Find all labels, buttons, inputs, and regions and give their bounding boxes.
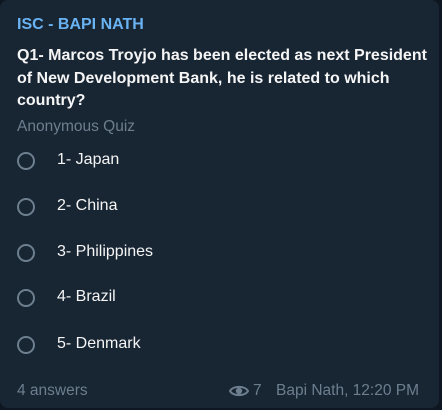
quiz-type-label: Anonymous Quiz bbox=[17, 118, 136, 135]
radio-circle-icon[interactable] bbox=[17, 336, 35, 354]
radio-circle-icon[interactable] bbox=[17, 152, 35, 170]
radio-circle-icon[interactable] bbox=[17, 289, 35, 307]
radio-circle-icon[interactable] bbox=[17, 244, 35, 262]
quiz-option-label: 3- Philippines bbox=[57, 243, 154, 260]
quiz-option-label: 1- Japan bbox=[57, 151, 120, 168]
quiz-question: Q1- Marcos Troyjo has been elected as ne… bbox=[17, 47, 427, 109]
quiz-option-label: 5- Denmark bbox=[57, 335, 141, 352]
message-signature-time: Bapi Nath, 12:20 PM bbox=[276, 382, 420, 399]
quiz-option-label: 2- China bbox=[57, 197, 118, 214]
quiz-option-4[interactable]: 4- Brazil bbox=[14, 281, 429, 319]
sender-name[interactable]: ISC - BAPI NATH bbox=[17, 16, 144, 34]
quiz-option-2[interactable]: 2- China bbox=[14, 190, 429, 228]
quiz-option-5[interactable]: 5- Denmark bbox=[14, 328, 429, 366]
quiz-option-3[interactable]: 3- Philippines bbox=[14, 236, 429, 274]
radio-circle-icon[interactable] bbox=[17, 198, 35, 216]
answers-count: 4 answers bbox=[17, 382, 88, 399]
view-count: 7 bbox=[253, 382, 262, 399]
quiz-option-1[interactable]: 1- Japan bbox=[14, 144, 429, 182]
eye-icon bbox=[229, 385, 249, 397]
quiz-option-label: 4- Brazil bbox=[57, 288, 116, 305]
quiz-message-bubble: ISC - BAPI NATH Q1- Marcos Troyjo has be… bbox=[0, 0, 439, 408]
